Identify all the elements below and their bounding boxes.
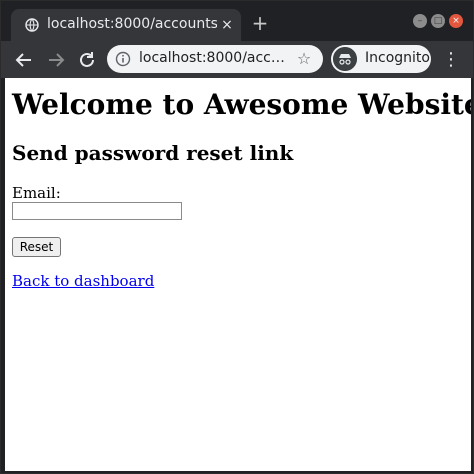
- page-content: Welcome to Awesome Website Send password…: [5, 78, 471, 471]
- info-icon[interactable]: [115, 51, 131, 67]
- browser-toolbar: localhost:8000/accou... ☆ Incognito ⋮: [1, 41, 473, 78]
- address-bar[interactable]: localhost:8000/accou... ☆: [107, 45, 323, 73]
- incognito-label: Incognito: [365, 50, 430, 66]
- back-arrow-icon[interactable]: [13, 49, 35, 71]
- email-label: Email:: [12, 184, 61, 202]
- back-to-dashboard-link[interactable]: Back to dashboard: [12, 272, 154, 290]
- new-tab-button[interactable]: +: [250, 13, 270, 33]
- reload-icon[interactable]: [76, 49, 98, 71]
- menu-dots-icon[interactable]: ⋮: [441, 50, 461, 70]
- form-heading: Send password reset link: [12, 141, 294, 165]
- page-title: Welcome to Awesome Website: [12, 88, 471, 121]
- browser-window: localhost:8000/accounts/ × + – □ × local: [0, 0, 474, 474]
- title-bar: localhost:8000/accounts/ × + – □ ×: [1, 1, 473, 41]
- browser-tab[interactable]: localhost:8000/accounts/ ×: [11, 9, 241, 41]
- incognito-icon: [333, 47, 357, 71]
- minimize-icon[interactable]: –: [413, 14, 427, 28]
- globe-icon: [25, 18, 39, 32]
- window-controls: – □ ×: [413, 14, 463, 28]
- maximize-icon[interactable]: □: [431, 14, 445, 28]
- email-field[interactable]: [12, 202, 182, 220]
- reset-button[interactable]: Reset: [12, 237, 61, 257]
- tab-close-icon[interactable]: ×: [219, 17, 235, 33]
- window-close-icon[interactable]: ×: [449, 14, 463, 28]
- tab-title: localhost:8000/accounts/: [47, 16, 217, 32]
- bookmark-star-icon[interactable]: ☆: [295, 50, 313, 68]
- url-text: localhost:8000/accou...: [139, 50, 287, 66]
- incognito-badge[interactable]: Incognito: [331, 45, 431, 73]
- forward-arrow-icon[interactable]: [45, 49, 67, 71]
